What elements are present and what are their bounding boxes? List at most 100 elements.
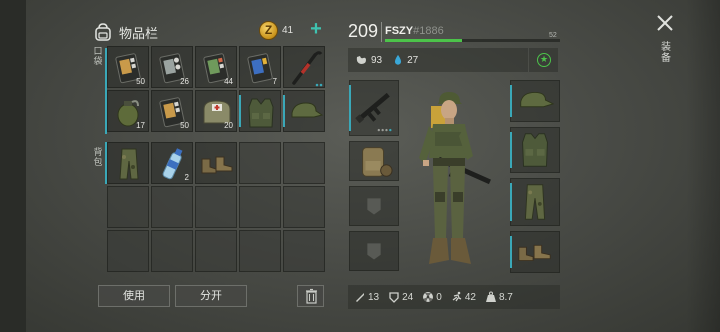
stomach-icon bbox=[356, 56, 366, 64]
shield-placeholder-icon bbox=[367, 243, 381, 260]
thirst-value: 27 bbox=[407, 54, 419, 66]
close-icon bbox=[657, 15, 673, 31]
military-cap-icon bbox=[291, 102, 324, 118]
player-name: FSZY bbox=[385, 25, 414, 37]
radiation-value: 0 bbox=[436, 291, 442, 303]
weight-value: 8.7 bbox=[498, 291, 513, 303]
pocket-slot[interactable]: 44 bbox=[195, 46, 237, 88]
shield-placeholder-icon bbox=[367, 198, 381, 215]
left-edge bbox=[0, 0, 26, 332]
camo-pants-icon bbox=[119, 148, 139, 180]
backpack-slot[interactable] bbox=[195, 142, 237, 184]
defense-value: 24 bbox=[402, 291, 414, 303]
speed-stat: 42 bbox=[451, 291, 476, 303]
head-slot[interactable] bbox=[510, 80, 560, 122]
water-drop-icon bbox=[395, 54, 402, 65]
inventory-title: 物品栏 bbox=[119, 25, 159, 41]
xp-value: 52 bbox=[549, 32, 557, 39]
pocket-slot[interactable]: 50 bbox=[107, 46, 149, 88]
backpack-icon bbox=[95, 23, 111, 41]
backpack-slot[interactable] bbox=[239, 142, 281, 184]
military-cap-icon bbox=[520, 91, 555, 108]
coin-count: 41 bbox=[282, 25, 294, 36]
assault-rifle-icon bbox=[355, 92, 392, 132]
add-coins-button[interactable]: + bbox=[307, 19, 325, 39]
speed-value: 42 bbox=[464, 291, 476, 303]
backpack-gear-icon bbox=[362, 147, 393, 177]
right-edge bbox=[686, 0, 720, 332]
backpack-slot[interactable] bbox=[107, 186, 149, 228]
backpack-slot[interactable] bbox=[239, 230, 281, 272]
pocket-label: 口袋 bbox=[93, 46, 103, 66]
hunger-value: 93 bbox=[371, 54, 383, 66]
legs-slot[interactable] bbox=[510, 178, 560, 226]
pocket-slot[interactable] bbox=[239, 90, 281, 132]
camo-pants-icon bbox=[524, 184, 546, 220]
pocket-slot[interactable]: 26 bbox=[151, 46, 193, 88]
trash-button[interactable] bbox=[297, 285, 324, 307]
player-name-line: FSZY#1886 bbox=[385, 25, 444, 37]
attack-stat: 13 bbox=[354, 291, 379, 303]
pocket-slot[interactable]: 17 bbox=[107, 90, 149, 132]
trash-icon bbox=[306, 288, 317, 304]
backpack-slot[interactable] bbox=[283, 186, 325, 228]
player-level: 209 bbox=[348, 21, 379, 41]
item-quantity: 50 bbox=[136, 77, 145, 86]
running-icon bbox=[452, 291, 462, 302]
pocket-slot[interactable]: 7 bbox=[239, 46, 281, 88]
coin-icon: Z bbox=[259, 21, 278, 40]
feet-slot[interactable] bbox=[510, 231, 560, 273]
knife-icon bbox=[356, 293, 364, 302]
body-slot[interactable] bbox=[510, 127, 560, 173]
item-quantity: 2 bbox=[184, 173, 189, 182]
backpack-slot[interactable] bbox=[151, 186, 193, 228]
item-quantity: 50 bbox=[180, 121, 189, 130]
weight-icon bbox=[485, 291, 496, 302]
shield-icon bbox=[389, 292, 399, 303]
item-quantity: 7 bbox=[272, 77, 277, 86]
attack-value: 13 bbox=[368, 291, 380, 303]
item-quantity: 20 bbox=[224, 121, 233, 130]
pocket-slot[interactable]: 20 bbox=[195, 90, 237, 132]
pocket-slot[interactable]: 50 bbox=[151, 90, 193, 132]
radiation-stat: 0 bbox=[422, 291, 442, 303]
backpack-slot[interactable] bbox=[195, 230, 237, 272]
backpack-slot[interactable] bbox=[107, 142, 149, 184]
item-quantity: 17 bbox=[136, 121, 145, 130]
pocket-slot[interactable] bbox=[283, 90, 325, 132]
star-icon: ★ bbox=[537, 53, 551, 67]
boots-icon bbox=[518, 244, 551, 262]
xp-bar bbox=[385, 39, 560, 42]
backpack-slot[interactable] bbox=[151, 230, 193, 272]
pocket-slot[interactable] bbox=[283, 46, 325, 88]
empty-gear-slot[interactable] bbox=[349, 231, 399, 271]
empty-gear-slot[interactable] bbox=[349, 186, 399, 226]
use-button[interactable]: 使用 bbox=[98, 285, 170, 307]
backpack-slot[interactable] bbox=[107, 230, 149, 272]
backpack-slot[interactable] bbox=[283, 142, 325, 184]
survival-stats: 93 27 bbox=[348, 48, 528, 72]
item-quantity: 26 bbox=[180, 77, 189, 86]
weight-stat: 8.7 bbox=[485, 291, 513, 303]
weapon-slot[interactable] bbox=[349, 80, 399, 136]
crowbar-icon bbox=[292, 51, 323, 87]
backpack-slot[interactable] bbox=[283, 230, 325, 272]
split-button[interactable]: 分开 bbox=[175, 285, 247, 307]
tactical-vest-icon bbox=[522, 133, 548, 167]
equipment-tab[interactable]: 装备 bbox=[660, 42, 672, 64]
backpack-slot[interactable]: 2 bbox=[151, 142, 193, 184]
perks-button[interactable]: ★ bbox=[529, 48, 558, 72]
item-quantity: 44 bbox=[224, 77, 233, 86]
backpack-label: 背包 bbox=[93, 147, 103, 167]
boots-icon bbox=[201, 156, 233, 174]
backpack-equip-slot[interactable] bbox=[349, 141, 399, 181]
backpack-slot[interactable] bbox=[239, 186, 281, 228]
close-button[interactable] bbox=[654, 12, 676, 34]
radiation-icon bbox=[423, 292, 434, 302]
inventory-header: 物品栏 bbox=[93, 19, 158, 45]
tactical-vest-icon bbox=[248, 98, 274, 128]
character-figure bbox=[419, 92, 491, 264]
xp-bar-fill bbox=[385, 39, 462, 42]
combat-stats: 13 24 0 42 8.7 bbox=[348, 285, 560, 309]
backpack-slot[interactable] bbox=[195, 186, 237, 228]
